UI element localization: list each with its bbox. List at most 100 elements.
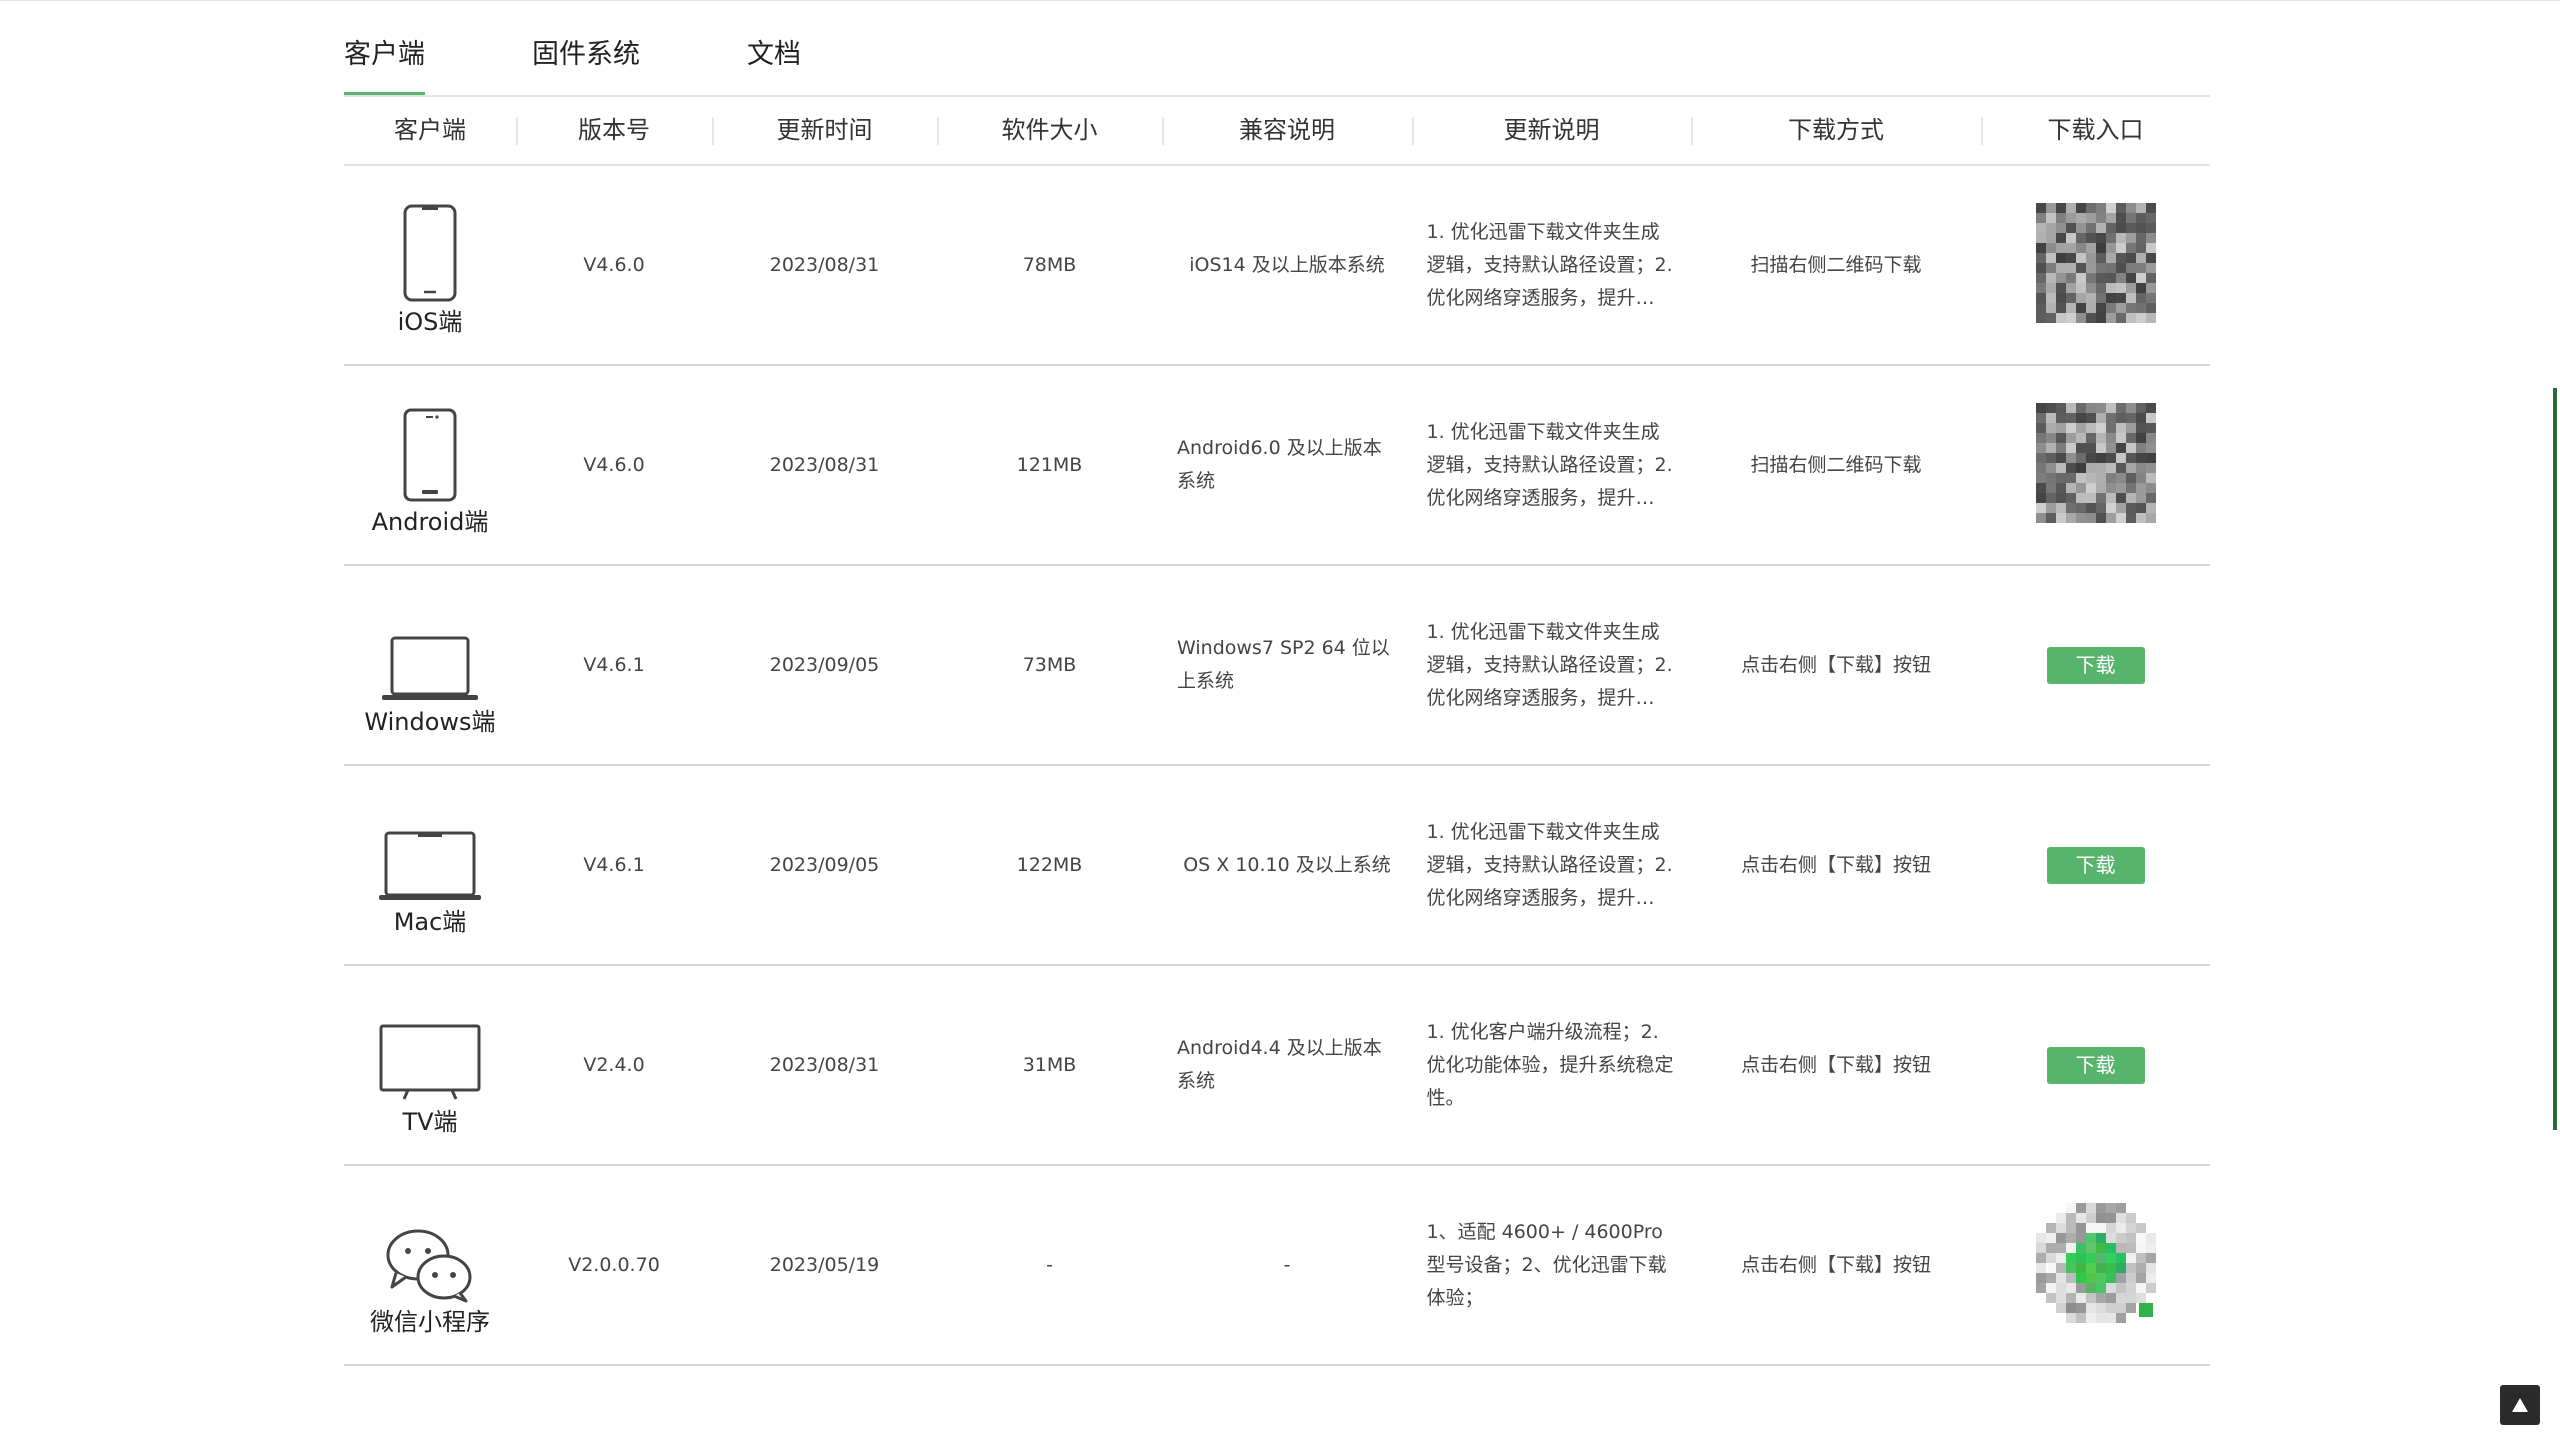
compat-cell: - <box>1162 1166 1412 1364</box>
size-cell: 73MB <box>937 566 1162 764</box>
date-cell: 2023/05/19 <box>712 1166 937 1364</box>
version-value: V2.0.0.70 <box>568 1254 660 1276</box>
platform-name: TV端 <box>402 1108 458 1136</box>
date-value: 2023/08/31 <box>769 1054 880 1076</box>
tab-client[interactable]: 客户端 <box>344 38 425 95</box>
date-value: 2023/09/05 <box>769 854 880 876</box>
version-cell: V4.6.1 <box>516 566 712 764</box>
platform-name: Windows端 <box>364 708 496 736</box>
size-value: 78MB <box>1022 254 1077 276</box>
header-compat: 兼容说明 <box>1239 116 1335 144</box>
date-value: 2023/08/31 <box>769 254 880 276</box>
size-value: 121MB <box>1016 454 1083 476</box>
method-cell: 点击右侧【下载】按钮 <box>1691 1166 1981 1364</box>
download-method: 扫描右侧二维码下载 <box>1750 454 1922 476</box>
platform-cell: Mac端 <box>344 766 516 964</box>
version-value: V4.6.0 <box>583 254 645 276</box>
download-button[interactable]: 下载 <box>2046 846 2145 884</box>
tv-icon <box>378 993 482 1103</box>
size-value: 73MB <box>1022 654 1077 676</box>
platform-cell: TV端 <box>344 966 516 1164</box>
date-cell: 2023/09/05 <box>712 566 937 764</box>
entry-cell: 下载 <box>1981 566 2210 764</box>
notes-cell: 1. 优化迅雷下载文件夹生成逻辑，支持默认路径设置；2. 优化网络穿透服务，提升… <box>1412 566 1691 764</box>
size-cell: 31MB <box>937 966 1162 1164</box>
release-notes: 1. 优化客户端升级流程；2. 优化功能体验，提升系统稳定性。 <box>1426 1020 1674 1109</box>
compat-cell: Android6.0 及以上版本系统 <box>1162 366 1412 564</box>
header-date: 更新时间 <box>776 116 873 144</box>
platform-name: iOS端 <box>397 308 463 336</box>
release-notes: 1. 优化迅雷下载文件夹生成逻辑，支持默认路径设置；2. 优化网络穿透服务，提升… <box>1426 620 1673 709</box>
platform-name: Mac端 <box>393 908 467 936</box>
platform-name: Android端 <box>371 508 489 536</box>
download-panel: 客户端 固件系统 文档 客户端 版本号 更新时间 软件大小 兼容说明 更新说明 … <box>344 0 2210 1366</box>
compat-cell: Windows7 SP2 64 位以上系统 <box>1162 566 1412 764</box>
method-cell: 扫描右侧二维码下载 <box>1691 366 1981 564</box>
header-version: 版本号 <box>578 116 650 144</box>
table-row: Android端 V4.6.0 2023/08/31 121MB Android6.0 … <box>344 366 2210 566</box>
phone-icon <box>402 193 458 303</box>
table-row: iOS端 V4.6.0 2023/08/31 78MB iOS14 及以上版本系统 1. … <box>344 166 2210 366</box>
qr-code <box>2035 1199 2157 1332</box>
version-cell: V4.6.0 <box>516 166 712 364</box>
notes-cell: 1. 优化客户端升级流程；2. 优化功能体验，提升系统稳定性。 <box>1412 966 1691 1164</box>
version-cell: V4.6.1 <box>516 766 712 964</box>
platform-cell: Windows端 <box>344 566 516 764</box>
qr-code <box>2035 199 2157 332</box>
version-cell: V2.0.0.70 <box>516 1166 712 1364</box>
download-method: 点击右侧【下载】按钮 <box>1740 654 1931 676</box>
entry-cell <box>1981 166 2210 364</box>
version-value: V4.6.0 <box>583 454 645 476</box>
back-to-top-button[interactable] <box>2500 1385 2540 1425</box>
date-cell: 2023/09/05 <box>712 766 937 964</box>
tab-firmware[interactable]: 固件系统 <box>532 38 640 72</box>
date-cell: 2023/08/31 <box>712 166 937 364</box>
entry-cell: 下载 <box>1981 766 2210 964</box>
method-cell: 点击右侧【下载】按钮 <box>1691 566 1981 764</box>
size-cell: 78MB <box>937 166 1162 364</box>
date-value: 2023/05/19 <box>769 1254 880 1276</box>
table-row: 微信小程序 V2.0.0.70 2023/05/19 - - 1、适配 4600+ / 4… <box>344 1166 2210 1366</box>
platform-cell: Android端 <box>344 366 516 564</box>
arrow-up-icon <box>2512 1398 2528 1412</box>
size-value: 122MB <box>1016 854 1083 876</box>
release-notes: 1、适配 4600+ / 4600Pro 型号设备；2、优化迅雷下载体验； <box>1426 1220 1667 1309</box>
entry-cell <box>1981 366 2210 564</box>
table-row: TV端 V2.4.0 2023/08/31 31MB Android4.4 及以上版本系… <box>344 966 2210 1166</box>
download-button[interactable]: 下载 <box>2046 646 2145 684</box>
method-cell: 点击右侧【下载】按钮 <box>1691 966 1981 1164</box>
version-value: V2.4.0 <box>583 1054 645 1076</box>
android-phone-icon <box>402 393 458 503</box>
size-cell: - <box>937 1166 1162 1364</box>
header-entry: 下载入口 <box>2047 116 2144 144</box>
wechat-icon <box>384 1193 476 1303</box>
compat-value: Android6.0 及以上版本系统 <box>1177 437 1382 492</box>
table-header: 客户端 版本号 更新时间 软件大小 兼容说明 更新说明 下载方式 下载入口 <box>344 97 2210 166</box>
version-value: V4.6.1 <box>583 854 645 876</box>
download-method: 点击右侧【下载】按钮 <box>1740 1054 1931 1076</box>
tab-docs[interactable]: 文档 <box>747 38 801 72</box>
table-body: iOS端 V4.6.0 2023/08/31 78MB iOS14 及以上版本系统 1. … <box>344 166 2210 1366</box>
platform-cell: iOS端 <box>344 166 516 364</box>
download-button[interactable]: 下载 <box>2046 1046 2145 1084</box>
entry-cell: 下载 <box>1981 966 2210 1164</box>
notes-cell: 1、适配 4600+ / 4600Pro 型号设备；2、优化迅雷下载体验； <box>1412 1166 1691 1364</box>
notes-cell: 1. 优化迅雷下载文件夹生成逻辑，支持默认路径设置；2. 优化网络穿透服务，提升… <box>1412 366 1691 564</box>
compat-value: iOS14 及以上版本系统 <box>1189 253 1385 276</box>
download-method: 点击右侧【下载】按钮 <box>1740 1254 1931 1276</box>
compat-cell: Android4.4 及以上版本系统 <box>1162 966 1412 1164</box>
compat-value: - <box>1283 1253 1291 1276</box>
scroll-indicator[interactable] <box>2553 388 2557 1130</box>
laptop-icon <box>380 593 480 703</box>
platform-cell: 微信小程序 <box>344 1166 516 1364</box>
size-cell: 121MB <box>937 366 1162 564</box>
size-cell: 122MB <box>937 766 1162 964</box>
method-cell: 扫描右侧二维码下载 <box>1691 166 1981 364</box>
version-value: V4.6.1 <box>583 654 645 676</box>
compat-cell: OS X 10.10 及以上系统 <box>1162 766 1412 964</box>
compat-value: OS X 10.10 及以上系统 <box>1183 853 1391 876</box>
entry-cell <box>1981 1166 2210 1364</box>
table-row: Mac端 V4.6.1 2023/09/05 122MB OS X 10.10 及以上系… <box>344 766 2210 966</box>
notes-cell: 1. 优化迅雷下载文件夹生成逻辑，支持默认路径设置；2. 优化网络穿透服务，提升… <box>1412 166 1691 364</box>
method-cell: 点击右侧【下载】按钮 <box>1691 766 1981 964</box>
